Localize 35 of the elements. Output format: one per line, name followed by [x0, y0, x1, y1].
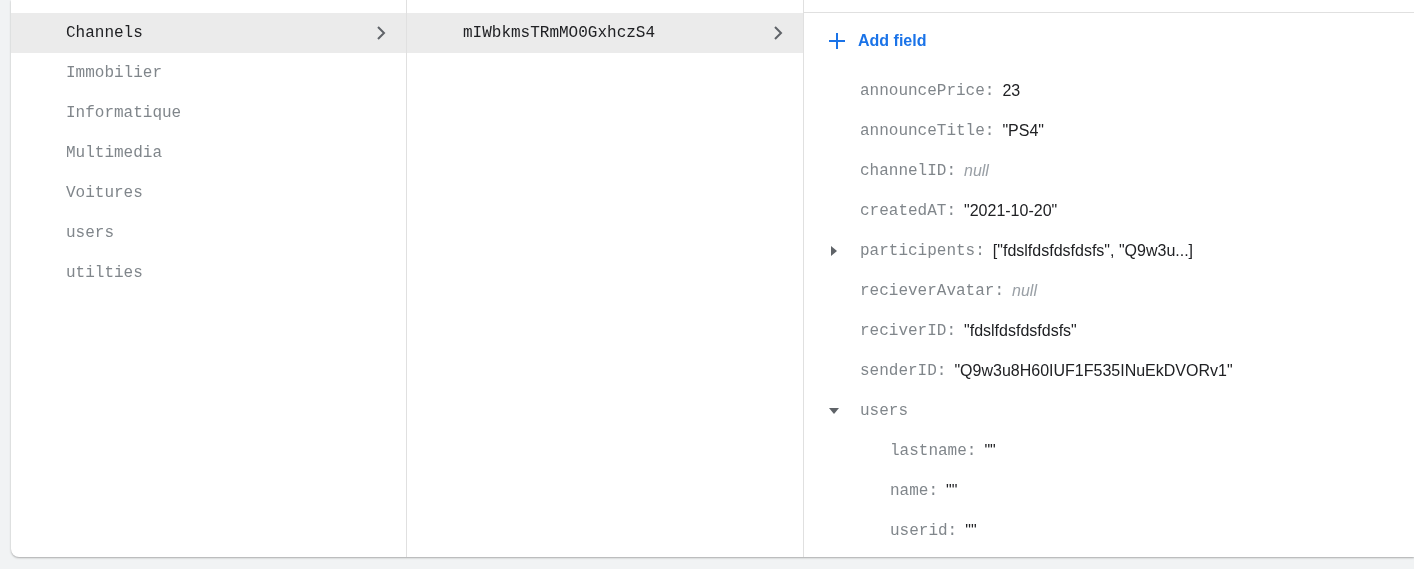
collection-item[interactable]: Voitures	[11, 173, 406, 213]
collection-item[interactable]: utilties	[11, 253, 406, 293]
field-value: null	[1012, 281, 1037, 301]
collection-item[interactable]: Immobilier	[11, 53, 406, 93]
field-key: reciverID:	[860, 319, 956, 343]
field-value: 23	[1002, 81, 1021, 101]
field-value: ""	[946, 481, 958, 501]
field-key: createdAT:	[860, 199, 956, 223]
field-value: ""	[984, 441, 996, 461]
add-field-button[interactable]: Add field	[824, 27, 931, 55]
collection-item[interactable]: Channels	[11, 13, 406, 53]
field-value: "Q9w3u8H60IUF1F535INuEkDVORv1"	[954, 361, 1233, 381]
field-key: announcePrice:	[860, 79, 995, 103]
field-key: recieverAvatar:	[860, 279, 1005, 303]
field-value: ""	[965, 521, 977, 541]
collection-item[interactable]: users	[11, 213, 406, 253]
field-key: name:	[890, 479, 938, 503]
field-key: participents:	[860, 239, 985, 263]
field-key: userid:	[890, 519, 958, 543]
field-value: "2021-10-20"	[964, 201, 1058, 221]
chevron-right-icon	[773, 25, 783, 41]
field-key: lastname:	[890, 439, 977, 463]
field-key: senderID:	[860, 359, 947, 383]
field-key: users	[860, 399, 908, 423]
plus-icon	[828, 32, 846, 50]
chevron-right-icon	[376, 25, 386, 41]
field-value: "PS4"	[1002, 121, 1045, 141]
document-item[interactable]: mIWbkmsTRmMO0GxhczS4	[407, 13, 803, 53]
collection-item[interactable]: Multimedia	[11, 133, 406, 173]
field-key: announceTitle:	[860, 119, 995, 143]
field-value: ["fdslfdsfdsfdsfs", "Q9w3u...]	[992, 241, 1194, 261]
field-key: channelID:	[860, 159, 956, 183]
collection-item[interactable]: Informatique	[11, 93, 406, 133]
field-value: null	[964, 161, 989, 181]
field-value: "fdslfdsfdsfdsfs"	[964, 321, 1077, 341]
